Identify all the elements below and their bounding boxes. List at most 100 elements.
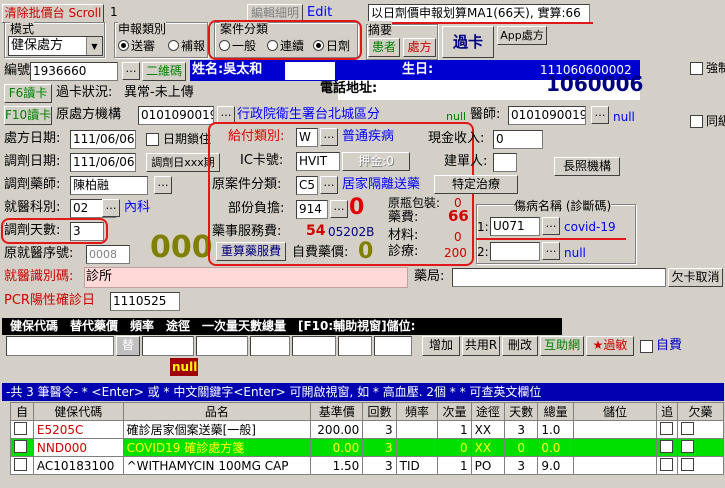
copay-code-field[interactable]: 914	[296, 200, 328, 219]
cell-route: XX	[470, 438, 506, 457]
date-lock-checkbox[interactable]	[146, 133, 159, 146]
cell-dose: 1	[437, 456, 472, 475]
order-table: 自 健保代碼 品名 基準價 回數 頻率 次量 途徑 天數 總量 儲位 追 欠藥 …	[10, 402, 724, 475]
radio-label: 送審	[131, 39, 156, 53]
orig-case-field[interactable]: C5	[296, 176, 318, 195]
price-entry-field[interactable]	[142, 336, 194, 356]
doctor-label: 醫師:	[470, 107, 501, 122]
record-number-field[interactable]: 1936660	[30, 62, 118, 81]
add-button[interactable]: 增加	[422, 336, 460, 356]
col-self: 自	[10, 402, 34, 421]
diag2-code-field[interactable]	[490, 242, 540, 261]
app-rx-button[interactable]: App處方	[497, 26, 547, 45]
null-tag: null	[172, 360, 198, 374]
seq-field[interactable]: 0008	[86, 245, 130, 264]
force-checkbox[interactable]	[690, 62, 703, 75]
track-checkbox[interactable]	[660, 457, 674, 471]
doctor-lookup-button[interactable]: …	[591, 106, 609, 124]
patient-name: 姓名:吳太和	[192, 62, 263, 77]
date-lock-label: 日期鎖住	[163, 132, 212, 146]
delete-edit-button[interactable]: 刪改	[502, 336, 538, 356]
replace-price-button[interactable]: 替	[116, 336, 140, 356]
diag2-lookup-button[interactable]: …	[542, 242, 560, 260]
row-checkbox[interactable]	[14, 421, 27, 435]
dose-entry-field[interactable]	[292, 336, 336, 356]
pharmacist-lookup-button[interactable]: …	[154, 176, 172, 194]
special-treatment-button[interactable]: 特定治療	[434, 175, 518, 194]
cell-dose: 1	[437, 420, 472, 439]
give-type-lookup-button[interactable]: …	[320, 128, 338, 146]
cell-track[interactable]	[656, 438, 679, 457]
doctor-code-field[interactable]: 0101090019	[508, 106, 586, 125]
cash-received-field[interactable]: 0	[493, 130, 543, 149]
f10-read-card-button[interactable]: F10讀卡	[4, 106, 52, 125]
drug-fee-value: 66	[448, 207, 469, 225]
cell-owe[interactable]	[677, 438, 724, 457]
cell-total: 9.0	[537, 456, 574, 475]
cell-track[interactable]	[656, 456, 679, 475]
code-entry-field[interactable]	[6, 336, 114, 356]
visit-id-field[interactable]	[84, 267, 408, 288]
rx-date-field[interactable]: 111/06/06	[70, 130, 136, 149]
dept-lookup-button[interactable]: …	[102, 199, 120, 217]
orig-case-name: 居家隔離送藥	[342, 177, 421, 192]
table-row[interactable]: NND000 COVID19 確診處方箋 0.00 3 0 XX 0 0.0	[10, 438, 724, 457]
total-entry-field[interactable]	[374, 336, 412, 356]
days-entry-field[interactable]	[338, 336, 372, 356]
pharmacist-field[interactable]: 陳柏融	[70, 176, 148, 195]
rx-summary-button[interactable]: 處方	[403, 38, 436, 57]
cell-days: 3	[504, 420, 539, 439]
same-level-checkbox[interactable]	[690, 115, 703, 128]
cell-code: AC10183100	[32, 456, 124, 475]
pharmacy-field[interactable]	[452, 268, 666, 287]
diag1-lookup-button[interactable]: …	[542, 217, 560, 235]
row-checkbox-cell[interactable]	[10, 456, 34, 475]
track-checkbox[interactable]	[660, 421, 674, 435]
ic-field[interactable]: HVIT	[296, 152, 340, 171]
patient-summary-button[interactable]: 患者	[368, 38, 400, 57]
owe-checkbox[interactable]	[681, 457, 695, 471]
swipe-card-button[interactable]: 過卡	[442, 26, 494, 58]
mode-select[interactable]: 健保處方 ▼	[8, 36, 103, 56]
row-checkbox-cell[interactable]	[10, 438, 34, 457]
pcr-field[interactable]: 1110525	[110, 292, 180, 311]
give-type-field[interactable]: W	[296, 128, 318, 147]
cell-owe[interactable]	[677, 420, 724, 439]
track-checkbox[interactable]	[660, 439, 674, 453]
owe-checkbox[interactable]	[681, 421, 695, 435]
dispense-date-field[interactable]: 111/06/06	[70, 153, 136, 172]
freq-entry-field[interactable]	[196, 336, 248, 356]
cell-track[interactable]	[656, 420, 679, 439]
route-entry-field[interactable]	[250, 336, 290, 356]
cell-owe[interactable]	[677, 456, 724, 475]
f6-read-card-button[interactable]: F6讀卡	[4, 84, 52, 103]
self-pay-value: 0	[358, 239, 374, 264]
report-type-radio-submit[interactable]: 送審	[118, 37, 155, 55]
cancel-debt-button[interactable]: 欠卡取消	[668, 268, 723, 287]
table-row[interactable]: AC10183100 ^WITHAMYCIN 100MG CAP 1.50 3 …	[10, 456, 724, 475]
diag1-code-field[interactable]: U071	[490, 217, 540, 236]
pharmacy-label: 藥局:	[414, 269, 445, 284]
col-dose: 次量	[437, 402, 472, 421]
col-days: 天數	[504, 402, 539, 421]
row-checkbox[interactable]	[14, 439, 27, 453]
qr-code-button[interactable]: 二維碼	[142, 62, 186, 81]
long-term-care-button[interactable]: 長照機構	[554, 157, 620, 176]
orig-case-lookup-button[interactable]: …	[320, 176, 338, 194]
report-type-radio-supplement[interactable]: 補報	[168, 37, 208, 55]
address-label: 電話地址:	[320, 81, 378, 96]
owe-checkbox[interactable]	[681, 439, 695, 453]
builder-field[interactable]	[493, 153, 517, 172]
orig-org-code-field[interactable]: 0101090019	[138, 106, 214, 125]
share-r-button[interactable]: 共用R	[462, 336, 500, 356]
row-checkbox[interactable]	[14, 457, 27, 471]
copay-lookup-button[interactable]: …	[330, 200, 348, 218]
self-pay-checkbox[interactable]	[640, 340, 653, 353]
recalc-service-button[interactable]: 重算藥服費	[216, 242, 286, 261]
allergy-button[interactable]: ★過敏	[586, 336, 634, 356]
table-row[interactable]: E5205C 確診居家個案送藥[一般] 200.00 3 1 XX 3 1.0	[10, 420, 724, 439]
row-checkbox-cell[interactable]	[10, 420, 34, 439]
mutual-aid-button[interactable]: 互助網	[540, 336, 584, 356]
deposit-button[interactable]: 押金:0	[342, 152, 410, 171]
record-lookup-button[interactable]: …	[122, 62, 140, 80]
